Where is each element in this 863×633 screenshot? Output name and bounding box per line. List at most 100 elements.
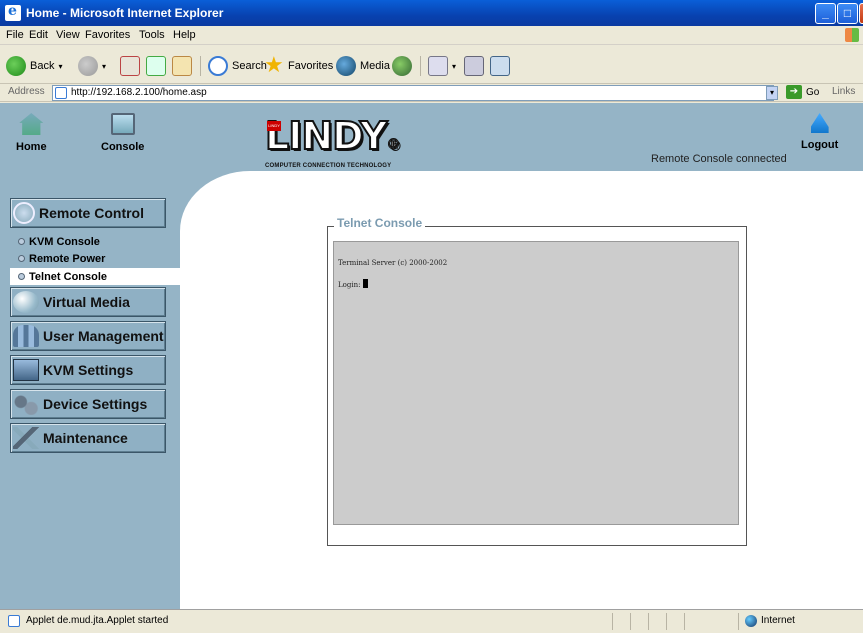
search-button[interactable]: Search (208, 55, 267, 77)
submenu-remote-power-label: Remote Power (29, 252, 106, 265)
console-nav-button[interactable]: Console (101, 113, 144, 153)
home-icon (172, 56, 192, 76)
menu-view[interactable]: View (56, 29, 80, 41)
menu-kvm-settings[interactable]: KVM Settings (10, 355, 166, 385)
menu-favorites[interactable]: Favorites (85, 29, 130, 41)
forward-dropdown-icon[interactable]: ▾ (102, 62, 106, 71)
logo-text: LINDY (264, 114, 388, 158)
edit-icon (490, 56, 510, 76)
console-nav-label: Console (101, 141, 145, 153)
mail-button[interactable]: ▾ (428, 55, 456, 77)
menu-bar: File Edit View Favorites Tools Help (0, 26, 863, 45)
address-label: Address (8, 86, 45, 97)
gears-icon (13, 393, 39, 415)
menu-maintenance-label: Maintenance (43, 430, 128, 446)
go-arrow-icon: ➔ (786, 85, 802, 99)
edit-button[interactable] (490, 55, 514, 77)
search-icon (208, 56, 228, 76)
favorites-star-icon: ★ (264, 52, 284, 77)
address-dropdown-icon[interactable]: ▾ (766, 86, 778, 100)
go-label: Go (806, 86, 820, 98)
security-zone: Internet (761, 615, 795, 626)
remote-control-icon (13, 202, 35, 224)
address-bar: Address http://192.168.2.100/home.asp ▾ … (0, 84, 863, 102)
menu-tools[interactable]: Tools (139, 29, 165, 41)
go-button[interactable]: ➔ Go (786, 85, 819, 99)
submenu-kvm-console[interactable]: KVM Console (10, 233, 180, 250)
logout-icon (810, 113, 829, 133)
minimize-button[interactable]: _ (815, 3, 836, 24)
status-divider (648, 613, 649, 630)
page-icon (8, 615, 20, 627)
telnet-console-legend: Telnet Console (334, 216, 426, 230)
back-arrow-icon (6, 56, 26, 76)
refresh-icon (146, 56, 166, 76)
links-button[interactable]: Links (832, 86, 855, 97)
kvm-icon (13, 359, 39, 381)
home-button[interactable] (172, 55, 196, 77)
close-button[interactable]: X (859, 3, 863, 24)
logout-label: Logout (801, 139, 839, 151)
forward-button[interactable]: ▾ (78, 55, 106, 77)
back-button[interactable]: Back ▾ (6, 55, 62, 77)
favorites-button[interactable]: ★ Favorites (264, 52, 334, 77)
mail-dropdown-icon[interactable]: ▾ (452, 62, 456, 71)
terminal-login-line: Login: (338, 279, 369, 289)
connection-status: Remote Console connected (651, 153, 787, 165)
menu-kvm-settings-label: KVM Settings (43, 362, 134, 378)
print-button[interactable] (464, 55, 488, 77)
stop-button[interactable] (120, 55, 144, 77)
menu-device-settings[interactable]: Device Settings (10, 389, 166, 419)
menu-maintenance[interactable]: Maintenance (10, 423, 166, 453)
refresh-button[interactable] (146, 55, 170, 77)
registered-mark: ® (386, 137, 401, 154)
maximize-button[interactable]: □ (837, 3, 858, 24)
favorites-label: Favorites (288, 60, 334, 72)
search-label: Search (232, 60, 267, 72)
users-icon (13, 325, 39, 347)
disc-icon (13, 291, 39, 313)
back-dropdown-icon[interactable]: ▾ (58, 62, 62, 71)
media-button[interactable]: Media (336, 55, 390, 77)
page-icon (55, 87, 67, 99)
home-nav-button[interactable]: Home (16, 113, 47, 153)
mail-icon (428, 56, 448, 76)
submenu-telnet-console[interactable]: Telnet Console (10, 268, 180, 285)
address-input[interactable]: http://192.168.2.100/home.asp (52, 85, 774, 101)
logo-badge: LINDY (267, 121, 281, 131)
status-bar: Applet de.mud.jta.Applet started Interne… (0, 609, 863, 633)
window-title-bar[interactable]: Home - Microsoft Internet Explorer _ □ X (0, 0, 863, 26)
status-divider (630, 613, 631, 630)
menu-device-settings-label: Device Settings (43, 396, 148, 412)
media-icon (336, 56, 356, 76)
home-icon (19, 113, 44, 135)
menu-user-management[interactable]: User Management (10, 321, 166, 351)
menu-virtual-media-label: Virtual Media (43, 294, 130, 310)
menu-virtual-media[interactable]: Virtual Media (10, 287, 166, 317)
menu-remote-control[interactable]: Remote Control (10, 198, 166, 228)
stop-icon (120, 56, 140, 76)
address-url: http://192.168.2.100/home.asp (71, 87, 207, 98)
logout-button[interactable]: Logout (801, 113, 838, 151)
menu-file[interactable]: File (6, 29, 24, 41)
bullet-icon (18, 273, 25, 280)
bullet-icon (18, 255, 25, 262)
menu-remote-control-label: Remote Control (39, 205, 144, 221)
menu-edit[interactable]: Edit (29, 29, 48, 41)
window-title: Home - Microsoft Internet Explorer (26, 6, 224, 20)
submenu-remote-power[interactable]: Remote Power (10, 250, 180, 267)
bullet-icon (18, 238, 25, 245)
home-nav-label: Home (16, 141, 47, 153)
history-button[interactable] (392, 55, 416, 77)
terminal-screen[interactable]: Terminal Server (c) 2000-2002 Login: (333, 241, 739, 525)
monitor-icon (110, 113, 135, 135)
toolbar: Back ▾ ▾ Search ★ Favorites Media ▾ (0, 46, 863, 84)
menu-help[interactable]: Help (173, 29, 196, 41)
terminal-line: Terminal Server (c) 2000-2002 (338, 259, 448, 267)
terminal-login-prompt: Login: (338, 281, 361, 289)
internet-globe-icon (745, 615, 757, 627)
status-divider (738, 613, 739, 630)
status-text: Applet de.mud.jta.Applet started (26, 615, 169, 626)
print-icon (464, 56, 484, 76)
submenu-kvm-console-label: KVM Console (29, 235, 100, 248)
